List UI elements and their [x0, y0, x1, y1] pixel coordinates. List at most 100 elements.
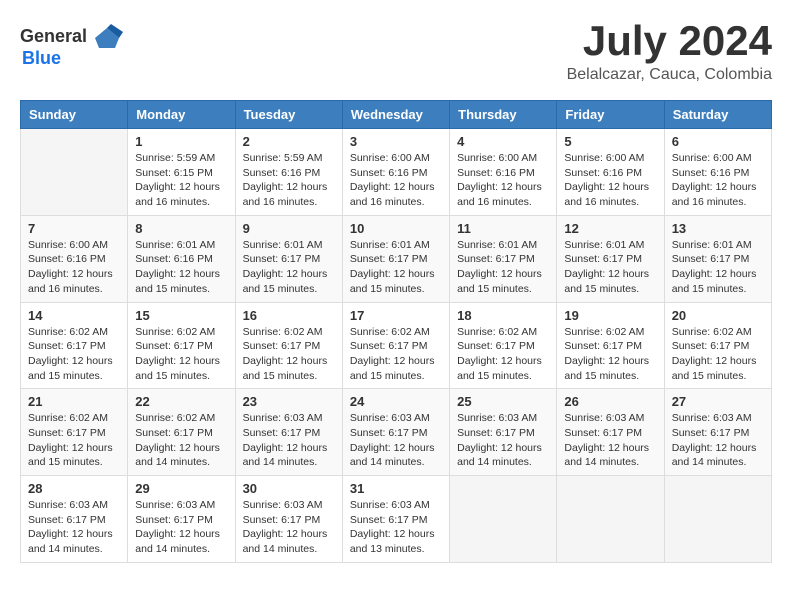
calendar-header-row: SundayMondayTuesdayWednesdayThursdayFrid… [21, 101, 772, 129]
calendar-cell: 16 Sunrise: 6:02 AMSunset: 6:17 PMDayligh… [235, 302, 342, 389]
calendar-cell: 20 Sunrise: 6:02 AMSunset: 6:17 PMDayligh… [664, 302, 771, 389]
day-number: 10 [350, 221, 442, 236]
day-info: Sunrise: 6:02 AMSunset: 6:17 PMDaylight:… [457, 325, 549, 384]
day-number: 27 [672, 394, 764, 409]
calendar-week-row: 7Sunrise: 6:00 AMSunset: 6:16 PMDaylight… [21, 215, 772, 302]
calendar-cell: 12 Sunrise: 6:01 AMSunset: 6:17 PMDayligh… [557, 215, 664, 302]
calendar-cell: 24Sunrise: 6:03 AMSunset: 6:17 PMDayligh… [342, 389, 449, 476]
calendar-cell: 22 Sunrise: 6:02 AMSunset: 6:17 PMDayligh… [128, 389, 235, 476]
day-number: 6 [672, 134, 764, 149]
calendar-week-row: 1 Sunrise: 5:59 AMSunset: 6:15 PMDaylight… [21, 129, 772, 216]
day-info: Sunrise: 6:02 AMSunset: 6:17 PMDaylight:… [135, 411, 227, 470]
calendar-cell: 27Sunrise: 6:03 AMSunset: 6:17 PMDayligh… [664, 389, 771, 476]
calendar-cell [664, 476, 771, 563]
day-number: 21 [28, 394, 120, 409]
day-number: 22 [135, 394, 227, 409]
day-info: Sunrise: 6:03 AMSunset: 6:17 PMDaylight:… [243, 498, 335, 557]
day-info: Sunrise: 6:00 AMSunset: 6:16 PMDaylight:… [564, 151, 656, 210]
day-number: 15 [135, 308, 227, 323]
day-number: 4 [457, 134, 549, 149]
day-info: Sunrise: 6:00 AMSunset: 6:16 PMDaylight:… [457, 151, 549, 210]
day-info: Sunrise: 6:00 AMSunset: 6:16 PMDaylight:… [672, 151, 764, 210]
day-number: 12 [564, 221, 656, 236]
calendar-cell: 14Sunrise: 6:02 AMSunset: 6:17 PMDayligh… [21, 302, 128, 389]
calendar-cell: 5 Sunrise: 6:00 AMSunset: 6:16 PMDaylight… [557, 129, 664, 216]
calendar-cell: 28 Sunrise: 6:03 AMSunset: 6:17 PMDayligh… [21, 476, 128, 563]
calendar-cell: 6 Sunrise: 6:00 AMSunset: 6:16 PMDaylight… [664, 129, 771, 216]
day-number: 19 [564, 308, 656, 323]
location-subtitle: Belalcazar, Cauca, Colombia [567, 66, 772, 84]
day-info: Sunrise: 6:00 AMSunset: 6:16 PMDaylight:… [28, 238, 120, 297]
day-info: Sunrise: 6:01 AMSunset: 6:17 PMDaylight:… [457, 238, 549, 297]
day-info: Sunrise: 6:01 AMSunset: 6:17 PMDaylight:… [243, 238, 335, 297]
day-number: 5 [564, 134, 656, 149]
calendar-table: SundayMondayTuesdayWednesdayThursdayFrid… [20, 100, 772, 563]
day-number: 23 [243, 394, 335, 409]
calendar-cell: 13Sunrise: 6:01 AMSunset: 6:17 PMDayligh… [664, 215, 771, 302]
header-cell-wednesday: Wednesday [342, 101, 449, 129]
day-number: 14 [28, 308, 120, 323]
day-number: 30 [243, 481, 335, 496]
calendar-cell: 8 Sunrise: 6:01 AMSunset: 6:16 PMDaylight… [128, 215, 235, 302]
calendar-week-row: 21 Sunrise: 6:02 AMSunset: 6:17 PMDayligh… [21, 389, 772, 476]
header-cell-monday: Monday [128, 101, 235, 129]
calendar-cell: 21Sunrise: 6:02 AMSunset: 6:17 PMDayligh… [21, 389, 128, 476]
month-year-title: July 2024 [567, 20, 772, 62]
calendar-cell: 10 Sunrise: 6:01 AMSunset: 6:17 PMDayligh… [342, 215, 449, 302]
header-cell-tuesday: Tuesday [235, 101, 342, 129]
logo-general-text: General [20, 26, 87, 47]
day-info: Sunrise: 6:03 AMSunset: 6:17 PMDaylight:… [135, 498, 227, 557]
calendar-cell: 9 Sunrise: 6:01 AMSunset: 6:17 PMDaylight… [235, 215, 342, 302]
day-info: Sunrise: 6:03 AMSunset: 6:17 PMDaylight:… [28, 498, 120, 557]
day-info: Sunrise: 6:02 AMSunset: 6:17 PMDaylight:… [672, 325, 764, 384]
day-number: 1 [135, 134, 227, 149]
day-number: 2 [243, 134, 335, 149]
logo-blue-text: Blue [22, 48, 61, 69]
day-info: Sunrise: 6:02 AMSunset: 6:17 PMDaylight:… [350, 325, 442, 384]
calendar-cell: 7Sunrise: 6:00 AMSunset: 6:16 PMDaylight… [21, 215, 128, 302]
day-number: 17 [350, 308, 442, 323]
day-info: Sunrise: 6:01 AMSunset: 6:17 PMDaylight:… [350, 238, 442, 297]
calendar-cell: 23Sunrise: 6:03 AMSunset: 6:17 PMDayligh… [235, 389, 342, 476]
logo-icon [91, 20, 123, 52]
day-info: Sunrise: 6:01 AMSunset: 6:17 PMDaylight:… [564, 238, 656, 297]
header-cell-thursday: Thursday [450, 101, 557, 129]
calendar-cell [21, 129, 128, 216]
day-info: Sunrise: 6:02 AMSunset: 6:17 PMDaylight:… [135, 325, 227, 384]
calendar-cell: 2Sunrise: 5:59 AMSunset: 6:16 PMDaylight… [235, 129, 342, 216]
day-number: 20 [672, 308, 764, 323]
header-cell-saturday: Saturday [664, 101, 771, 129]
day-info: Sunrise: 6:02 AMSunset: 6:17 PMDaylight:… [243, 325, 335, 384]
day-number: 9 [243, 221, 335, 236]
day-info: Sunrise: 5:59 AMSunset: 6:15 PMDaylight:… [135, 151, 227, 210]
day-number: 28 [28, 481, 120, 496]
day-number: 13 [672, 221, 764, 236]
calendar-week-row: 14 Sunrise: 6:02 AMSunset: 6:17 PMDayligh… [21, 302, 772, 389]
day-number: 3 [350, 134, 442, 149]
day-info: Sunrise: 6:01 AMSunset: 6:16 PMDaylight:… [135, 238, 227, 297]
calendar-cell: 11 Sunrise: 6:01 AMSunset: 6:17 PMDayligh… [450, 215, 557, 302]
calendar-cell: 18Sunrise: 6:02 AMSunset: 6:17 PMDayligh… [450, 302, 557, 389]
calendar-cell: 1 Sunrise: 5:59 AMSunset: 6:15 PMDaylight… [128, 129, 235, 216]
header-cell-friday: Friday [557, 101, 664, 129]
day-info: Sunrise: 6:02 AMSunset: 6:17 PMDaylight:… [564, 325, 656, 384]
day-number: 31 [350, 481, 442, 496]
day-info: Sunrise: 6:03 AMSunset: 6:17 PMDaylight:… [564, 411, 656, 470]
day-info: Sunrise: 6:03 AMSunset: 6:17 PMDaylight:… [457, 411, 549, 470]
calendar-cell: 26 Sunrise: 6:03 AMSunset: 6:17 PMDayligh… [557, 389, 664, 476]
calendar-cell [450, 476, 557, 563]
calendar-cell: 19 Sunrise: 6:02 AMSunset: 6:17 PMDayligh… [557, 302, 664, 389]
day-number: 8 [135, 221, 227, 236]
calendar-cell: 29 Sunrise: 6:03 AMSunset: 6:17 PMDayligh… [128, 476, 235, 563]
day-number: 24 [350, 394, 442, 409]
day-number: 26 [564, 394, 656, 409]
calendar-cell: 25 Sunrise: 6:03 AMSunset: 6:17 PMDayligh… [450, 389, 557, 476]
header: General Blue July 2024 Belalcazar, Cauca… [20, 20, 772, 84]
logo: General Blue [20, 20, 123, 69]
day-number: 11 [457, 221, 549, 236]
day-number: 16 [243, 308, 335, 323]
day-number: 25 [457, 394, 549, 409]
title-section: July 2024 Belalcazar, Cauca, Colombia [567, 20, 772, 84]
day-number: 29 [135, 481, 227, 496]
calendar-cell: 4 Sunrise: 6:00 AMSunset: 6:16 PMDaylight… [450, 129, 557, 216]
